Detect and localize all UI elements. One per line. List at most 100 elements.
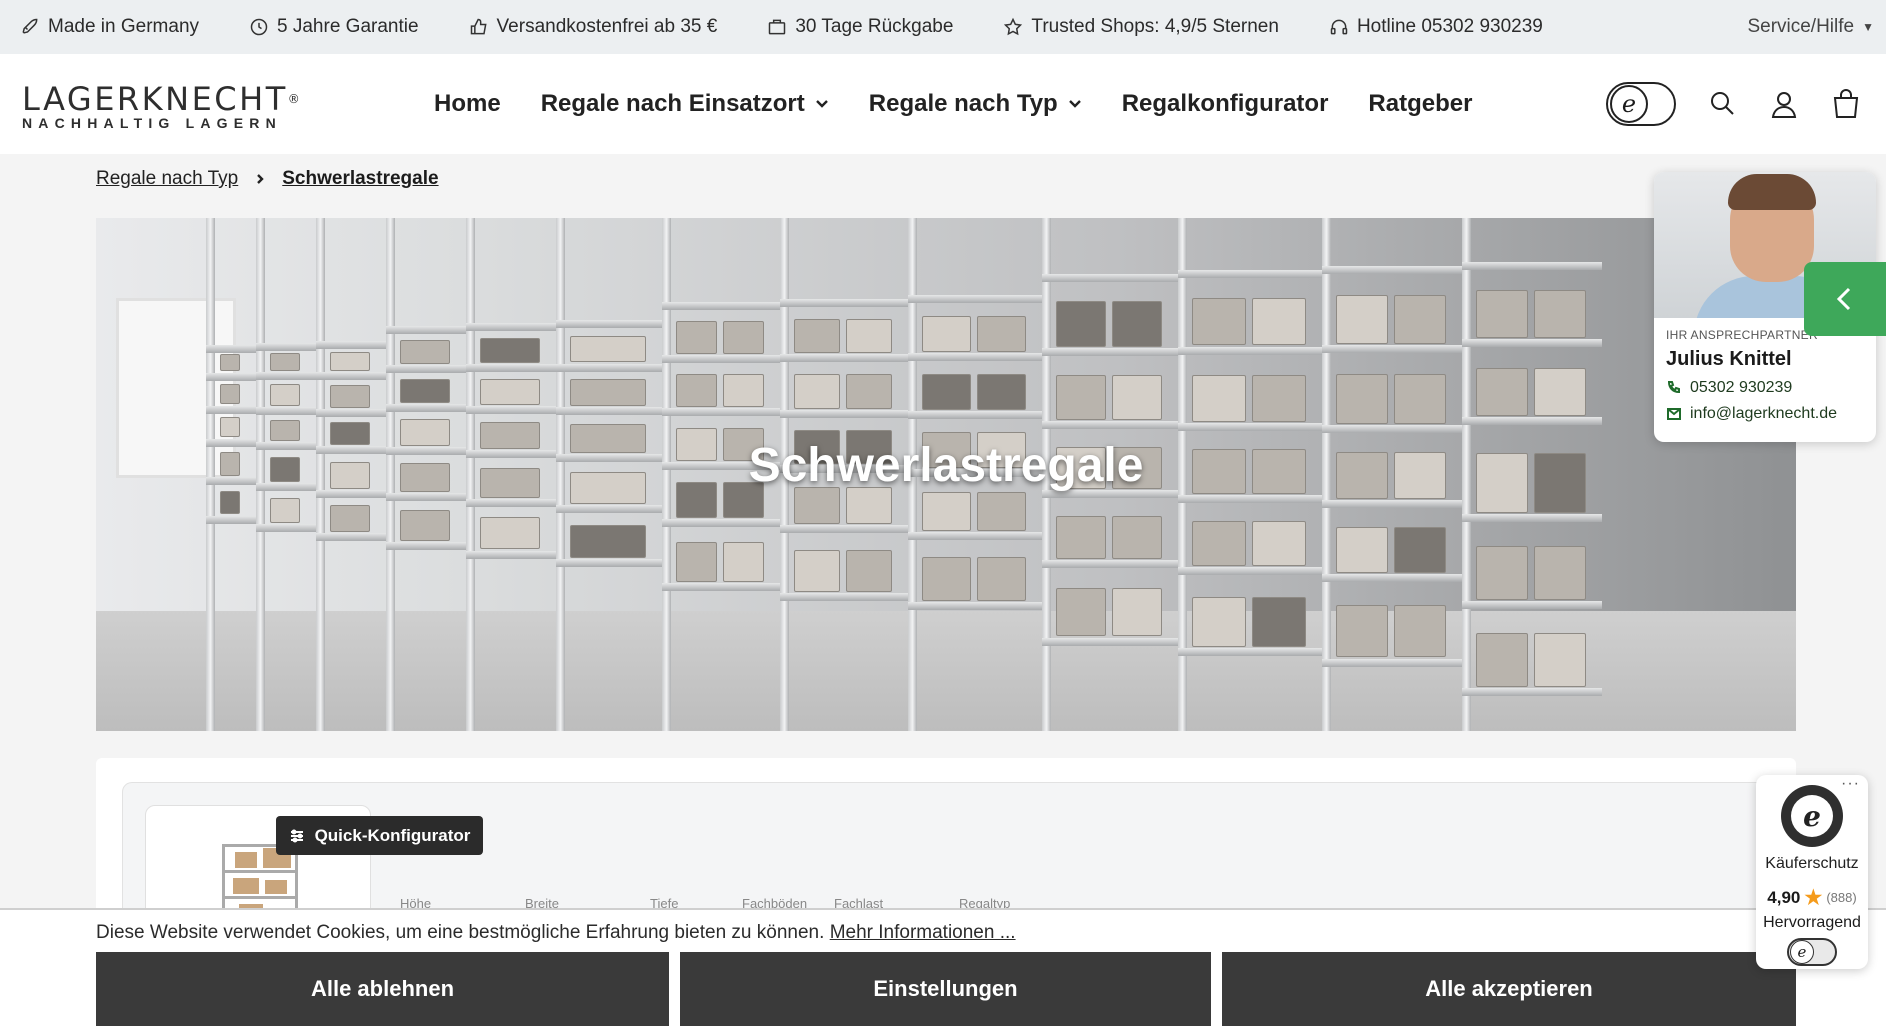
rocket-icon [22, 18, 38, 34]
breadcrumb: Regale nach Typ Schwerlastregale [96, 168, 439, 190]
nav-regalkonfigurator[interactable]: Regalkonfigurator [1122, 90, 1329, 118]
storage-box [1192, 521, 1246, 566]
more-options-icon[interactable]: ··· [1841, 775, 1860, 793]
storage-box [1192, 596, 1246, 647]
service-dropdown[interactable]: Service/Hilfe ▼ [1747, 0, 1874, 54]
usp-rueckgabe: 30 Tage Rückgabe [767, 16, 953, 38]
usp-label: Made in Germany [48, 16, 200, 37]
shelf-board [1462, 601, 1602, 610]
cookie-text: Diese Website verwendet Cookies, um eine… [96, 922, 1016, 944]
shelf-board [316, 340, 386, 349]
storage-box [330, 384, 370, 408]
storage-box [977, 316, 1026, 353]
storage-box [400, 378, 450, 404]
nav-regale-nach-typ[interactable]: Regale nach Typ [869, 90, 1082, 118]
storage-box [330, 351, 370, 371]
site-header: LAGERKNECHT® NACHHALTIG LAGERN Home Rega… [0, 54, 1886, 154]
storage-box [1252, 298, 1306, 346]
chevron-down-icon [815, 100, 828, 108]
storage-box [1534, 545, 1586, 601]
shelf-board [1322, 499, 1462, 508]
breadcrumb-link-regale-nach-typ[interactable]: Regale nach Typ [96, 168, 238, 190]
logo[interactable]: LAGERKNECHT® NACHHALTIG LAGERN [22, 83, 300, 131]
trusted-shops-toggle[interactable]: e [1787, 938, 1837, 966]
shelf-board [908, 353, 1042, 362]
search-icon[interactable] [1706, 88, 1738, 120]
breadcrumb-current[interactable]: Schwerlastregale [282, 168, 438, 190]
cart-icon[interactable] [1830, 88, 1862, 120]
storage-box [1534, 633, 1586, 688]
storage-box [400, 339, 450, 364]
header-actions: e [1606, 54, 1862, 154]
shelf-board [1042, 421, 1178, 430]
shelf-board [662, 408, 780, 417]
nav-regale-nach-einsatzort[interactable]: Regale nach Einsatzort [541, 90, 829, 118]
nav-home[interactable]: Home [434, 90, 501, 118]
usp-label: 30 Tage Rückgabe [795, 16, 954, 37]
accept-all-button[interactable]: Alle akzeptieren [1222, 952, 1796, 1026]
storage-box [1336, 295, 1388, 345]
shelf-board [1462, 513, 1602, 522]
storage-box [1394, 374, 1446, 424]
shelf-board [466, 322, 556, 331]
storage-box [1252, 374, 1306, 422]
shelf-board [466, 498, 556, 507]
shelf-board [662, 518, 780, 527]
storage-box [1112, 515, 1162, 559]
shelf-board [466, 405, 556, 414]
chevron-left-icon [1836, 287, 1851, 311]
kaeuferschutz-label: Käuferschutz [1765, 855, 1859, 872]
shelf-board [1462, 261, 1602, 270]
storage-box [1534, 290, 1586, 339]
usp-hotline[interactable]: Hotline 05302 930239 [1329, 16, 1543, 38]
contact-toggle-tab[interactable] [1804, 262, 1886, 336]
cookie-settings-button[interactable]: Einstellungen [680, 952, 1211, 1026]
storage-box [480, 337, 540, 364]
storage-box [270, 497, 300, 524]
shelf-board [556, 320, 662, 328]
usp-versand: Versandkostenfrei ab 35 € [469, 16, 717, 38]
nav-label: Regale nach Einsatzort [540, 90, 805, 117]
shelf-board [206, 515, 256, 524]
shelf-board [206, 405, 256, 414]
service-label: Service/Hilfe [1747, 16, 1855, 37]
shelf-board [316, 409, 386, 417]
ekomi-icon: e [1610, 85, 1648, 123]
thumbs-up-icon [470, 18, 487, 35]
usp-trusted-shops: Trusted Shops: 4,9/5 Sternen [1003, 16, 1279, 38]
storage-box [220, 417, 240, 438]
reject-all-button[interactable]: Alle ablehnen [96, 952, 669, 1026]
shelf-board [1462, 416, 1602, 425]
headset-icon [1330, 19, 1348, 35]
shelf-board [1462, 339, 1602, 348]
storage-box [220, 354, 240, 372]
mail-icon [1667, 408, 1681, 420]
usp-bar: Made in Germany 5 Jahre Garantie Versand… [0, 0, 1886, 54]
logo-tagline: NACHHALTIG LAGERN [22, 115, 282, 131]
storage-box [1336, 605, 1388, 658]
storage-box [676, 542, 717, 583]
contact-email-link[interactable]: info@lagerknecht.de [1666, 405, 1876, 423]
storage-box [270, 353, 300, 372]
trusted-shops-badge[interactable]: ··· e Käuferschutz 4,90 ★ (888) Hervorra… [1756, 775, 1868, 969]
nav-ratgeber[interactable]: Ratgeber [1368, 90, 1472, 118]
quick-konfigurator-button[interactable]: Quick-Konfigurator [276, 816, 483, 855]
storage-box [480, 378, 540, 405]
usp-label: Trusted Shops: 4,9/5 Sternen [1031, 16, 1279, 37]
star-icon: ★ [1804, 887, 1823, 909]
contact-phone-link[interactable]: 05302 930239 [1666, 379, 1876, 397]
storage-box [922, 557, 971, 602]
cookie-more-info-link[interactable]: Mehr Informationen ... [830, 922, 1016, 943]
storage-box [1476, 633, 1528, 688]
storage-box [1252, 521, 1306, 566]
storage-box [1336, 526, 1388, 574]
account-icon[interactable] [1768, 88, 1800, 120]
logo-registered-mark: ® [287, 92, 303, 106]
shelf-board [1178, 567, 1322, 575]
shelf-board [386, 404, 466, 413]
ekomi-badge[interactable]: e [1606, 82, 1676, 126]
storage-box [1056, 515, 1106, 559]
storage-box [794, 318, 840, 354]
chevron-down-icon [1068, 100, 1081, 108]
shelf-board [1178, 423, 1322, 431]
